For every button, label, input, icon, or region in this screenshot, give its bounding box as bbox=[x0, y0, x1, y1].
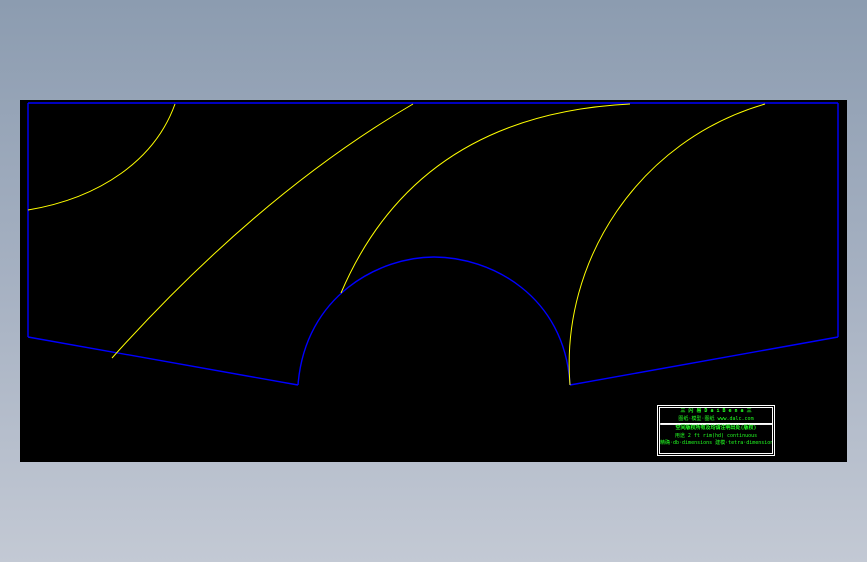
blade-curve-4 bbox=[568, 103, 766, 386]
blade-curves bbox=[27, 103, 766, 386]
blade-curve-1 bbox=[27, 103, 176, 211]
outline-bottom-left-edge bbox=[27, 336, 299, 386]
title-block-inner: 三 闪 易 D a i B e n a 三 图纸·模型·图纸 www.dalc.… bbox=[659, 407, 773, 454]
blade-curve-3 bbox=[340, 103, 631, 294]
title-block: 三 闪 易 D a i B e n a 三 图纸·模型·图纸 www.dalc.… bbox=[657, 405, 775, 456]
outline-bottom-right-edge bbox=[569, 336, 839, 386]
blade-curve-2 bbox=[111, 103, 414, 359]
title-block-line-1: 三 闪 易 D a i B e n a 三 bbox=[680, 408, 752, 414]
title-block-line-5: 精确·db·dimensions 建模·tetra·dimensions bbox=[660, 440, 773, 447]
outline-hub-arc bbox=[297, 256, 571, 386]
cad-viewport[interactable]: 三 闪 易 D a i B e n a 三 图纸·模型·图纸 www.dalc.… bbox=[20, 100, 847, 462]
title-block-line-3: 空间版权所有及均请注明出处(版权) bbox=[675, 425, 757, 432]
part-outline bbox=[27, 102, 839, 386]
title-block-line-2: 图纸·模型·图纸 www.dalc.com bbox=[678, 415, 754, 422]
